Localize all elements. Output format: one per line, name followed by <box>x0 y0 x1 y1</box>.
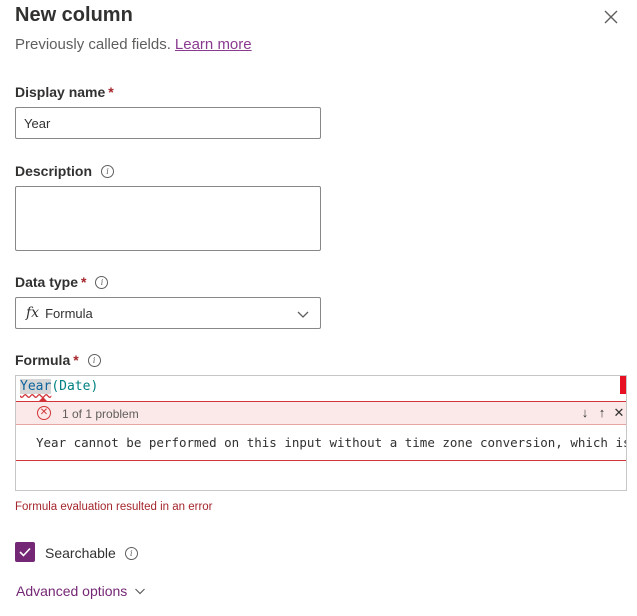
formula-evaluation-error: Formula evaluation resulted in an error <box>15 501 213 513</box>
formula-fx-icon: fx <box>26 305 40 321</box>
data-type-value: Formula <box>45 305 93 321</box>
searchable-checkbox[interactable] <box>15 542 35 562</box>
info-icon[interactable]: i <box>95 276 109 289</box>
display-name-label: Display name * <box>15 84 114 100</box>
display-name-input[interactable]: Year <box>15 107 321 139</box>
formula-editor[interactable]: Year(Date) ✕ 1 of 1 problem ↓ ↑ ✕ Year c… <box>15 375 627 491</box>
info-icon[interactable]: i <box>87 354 101 367</box>
info-icon[interactable]: i <box>124 547 138 560</box>
close-problem-icon[interactable]: ✕ <box>612 405 626 421</box>
next-problem-icon[interactable]: ↓ <box>578 405 592 421</box>
searchable-label: Searchable i <box>45 545 138 561</box>
formula-args-token: (Date) <box>51 379 99 394</box>
description-label-text: Description <box>15 163 93 179</box>
chevron-down-icon <box>297 311 309 318</box>
data-type-dropdown[interactable]: fx Formula <box>15 297 321 329</box>
formula-function-token: Year <box>20 379 52 394</box>
panel-subtitle: Previously called fields. Learn more <box>15 36 252 53</box>
subtitle-text: Previously called fields. <box>15 36 171 53</box>
formula-label-text: Formula <box>15 352 71 368</box>
problem-message-text: Year cannot be performed on this input w… <box>36 435 626 450</box>
chevron-down-icon <box>135 588 146 595</box>
formula-code[interactable]: Year(Date) <box>20 379 98 394</box>
problem-count: 1 of 1 problem <box>62 407 139 421</box>
problem-nav: ↓ ↑ ✕ <box>578 405 626 421</box>
display-name-label-text: Display name <box>15 84 106 100</box>
error-scroll-marker <box>620 376 626 394</box>
error-circle-icon: ✕ <box>37 406 51 420</box>
problem-message: Year cannot be performed on this input w… <box>16 425 626 461</box>
description-textarea[interactable] <box>15 186 321 251</box>
info-icon[interactable]: i <box>101 165 115 178</box>
panel-title: New column <box>15 4 133 26</box>
problem-header: ✕ 1 of 1 problem ↓ ↑ ✕ <box>16 401 626 425</box>
searchable-label-text: Searchable <box>45 545 116 561</box>
data-type-label-text: Data type <box>15 274 79 290</box>
previous-problem-icon[interactable]: ↑ <box>595 405 609 421</box>
formula-label: Formula * i <box>15 352 101 368</box>
required-marker: * <box>73 352 79 368</box>
required-marker: * <box>108 84 114 100</box>
advanced-options-label: Advanced options <box>16 583 128 599</box>
description-label: Description i <box>15 163 115 179</box>
learn-more-link[interactable]: Learn more <box>175 36 252 53</box>
required-marker: * <box>81 274 87 290</box>
data-type-label: Data type * i <box>15 274 109 290</box>
close-icon[interactable] <box>602 8 620 26</box>
advanced-options-toggle[interactable]: Advanced options <box>16 583 146 599</box>
checkmark-icon <box>19 547 31 557</box>
